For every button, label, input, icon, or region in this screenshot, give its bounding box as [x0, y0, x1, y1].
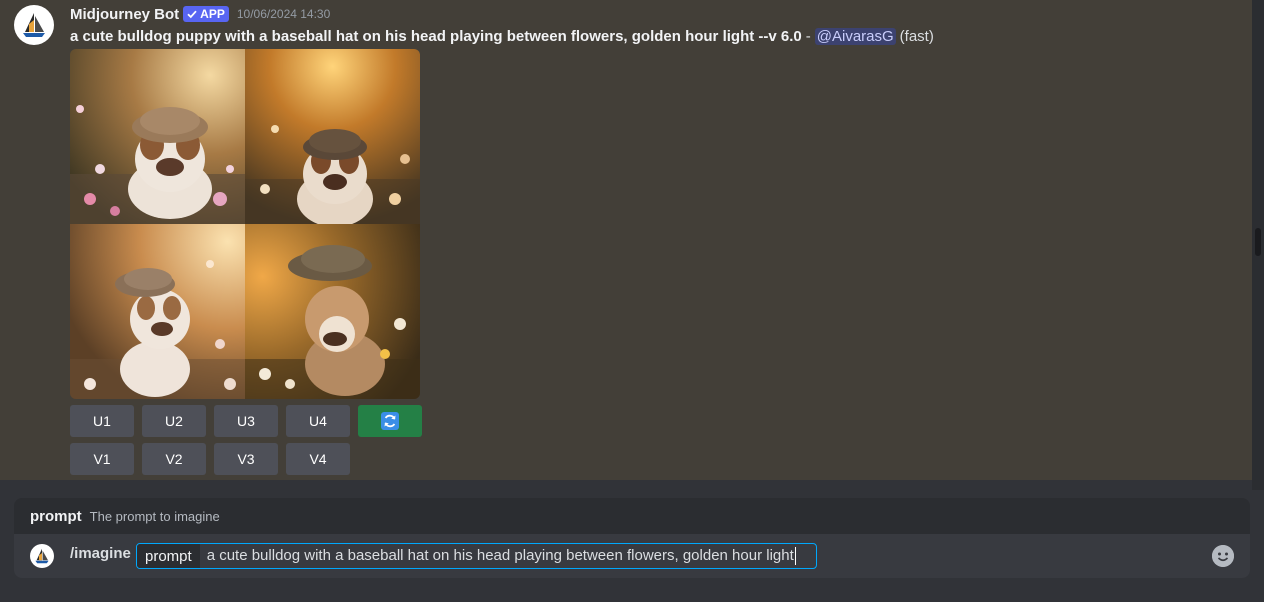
- refresh-icon: [381, 412, 399, 430]
- speed-label: (fast): [899, 27, 934, 45]
- message-composer[interactable]: /imagine prompt a cute bulldog with a ba…: [14, 534, 1250, 578]
- prompt-option-text: a cute bulldog with a baseball hat on hi…: [206, 546, 794, 564]
- message-area: Midjourney Bot APP 10/06/2024 14:30 a cu…: [0, 0, 1252, 480]
- sailboat-logo-icon: [35, 548, 49, 564]
- separator: -: [805, 27, 811, 45]
- image-tile-4[interactable]: [245, 224, 420, 399]
- app-badge-label: APP: [200, 7, 225, 21]
- variation-button-3[interactable]: V3: [214, 443, 278, 475]
- variation-button-4[interactable]: V4: [286, 443, 350, 475]
- upscale-button-3[interactable]: U3: [214, 405, 278, 437]
- upscale-button-4[interactable]: U4: [286, 405, 350, 437]
- message-header: Midjourney Bot APP 10/06/2024 14:30: [70, 4, 330, 24]
- image-tile-1[interactable]: [70, 49, 245, 224]
- checkmark-icon: [187, 10, 197, 19]
- message-content: a cute bulldog puppy with a baseball hat…: [70, 26, 934, 46]
- upscale-button-2[interactable]: U2: [142, 405, 206, 437]
- user-mention[interactable]: @AivarasG: [814, 27, 896, 45]
- hint-option-description: The prompt to imagine: [89, 508, 220, 524]
- slash-command: /imagine: [70, 545, 131, 562]
- emoji-smile-icon: [1212, 545, 1234, 567]
- prompt-option-label: prompt: [137, 544, 200, 568]
- variation-button-2[interactable]: V2: [142, 443, 206, 475]
- bot-avatar[interactable]: [14, 5, 54, 45]
- prompt-text: a cute bulldog puppy with a baseball hat…: [70, 27, 802, 45]
- command-option-hint: prompt The prompt to imagine: [14, 498, 1250, 534]
- bulldog-image-2: [245, 49, 420, 224]
- author-name[interactable]: Midjourney Bot: [70, 6, 179, 23]
- scrollbar-thumb[interactable]: [1255, 228, 1261, 256]
- bulldog-image-4: [245, 224, 420, 399]
- prompt-option-value[interactable]: a cute bulldog with a baseball hat on hi…: [200, 546, 796, 566]
- variation-button-1[interactable]: V1: [70, 443, 134, 475]
- bulldog-image-3: [70, 224, 245, 399]
- app-badge: APP: [183, 6, 229, 22]
- hint-option-name: prompt: [30, 507, 82, 525]
- sailboat-logo-icon: [23, 13, 45, 37]
- upscale-button-1[interactable]: U1: [70, 405, 134, 437]
- text-caret: [794, 547, 796, 566]
- bulldog-image-1: [70, 49, 245, 224]
- prompt-option-field[interactable]: prompt a cute bulldog with a baseball ha…: [136, 543, 817, 569]
- image-tile-2[interactable]: [245, 49, 420, 224]
- chat-scrollbar[interactable]: [1252, 0, 1264, 490]
- generated-image-grid[interactable]: [70, 49, 420, 399]
- reroll-button[interactable]: [358, 405, 422, 437]
- emoji-button[interactable]: [1212, 545, 1234, 567]
- command-app-icon: [30, 544, 54, 568]
- image-tile-3[interactable]: [70, 224, 245, 399]
- timestamp: 10/06/2024 14:30: [236, 7, 331, 21]
